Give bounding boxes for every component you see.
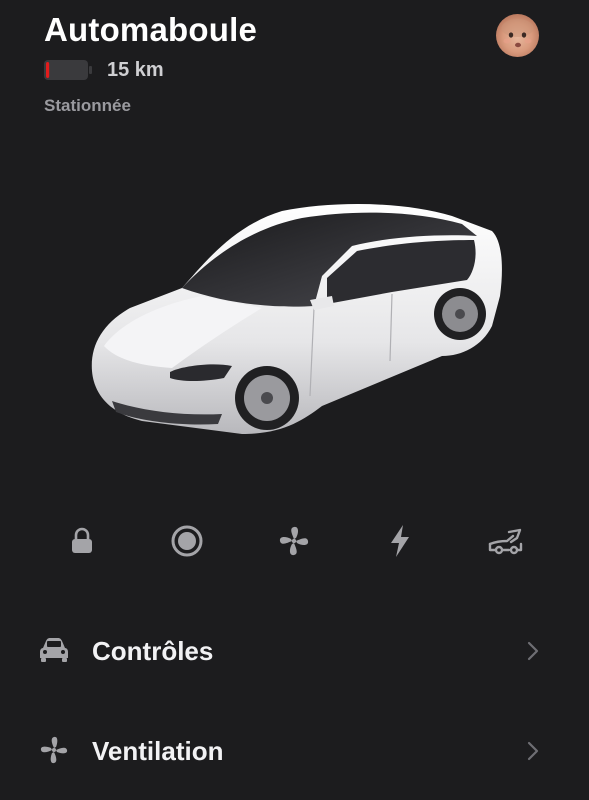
record-button[interactable] <box>162 516 212 566</box>
lightning-icon <box>391 525 409 557</box>
frunk-button[interactable] <box>481 516 531 566</box>
car-icon <box>40 638 68 662</box>
lock-icon <box>72 527 92 553</box>
menu-item-label: Ventilation <box>92 736 224 766</box>
battery-indicator <box>44 60 92 80</box>
chevron-right-icon <box>527 741 539 761</box>
frunk-icon <box>488 528 523 555</box>
menu-item-ventilation[interactable]: Ventilation <box>0 720 589 780</box>
lock-button[interactable] <box>57 516 107 566</box>
profile-avatar[interactable] <box>496 14 539 57</box>
quick-actions-bar <box>0 516 589 566</box>
menu-item-controls[interactable]: Contrôles <box>0 620 589 680</box>
fan-icon <box>279 526 309 556</box>
record-icon <box>171 525 203 557</box>
menu-item-label: Contrôles <box>92 636 214 666</box>
range-text: 15 km <box>107 59 164 81</box>
vehicle-name: Automaboule <box>44 11 258 48</box>
fan-button[interactable] <box>269 516 319 566</box>
vehicle-image <box>91 204 502 434</box>
fan-icon <box>40 736 68 764</box>
chevron-right-icon <box>527 641 539 661</box>
baby-face-icon <box>501 19 534 48</box>
vehicle-status: Stationnée <box>44 96 131 115</box>
charge-button[interactable] <box>375 516 425 566</box>
